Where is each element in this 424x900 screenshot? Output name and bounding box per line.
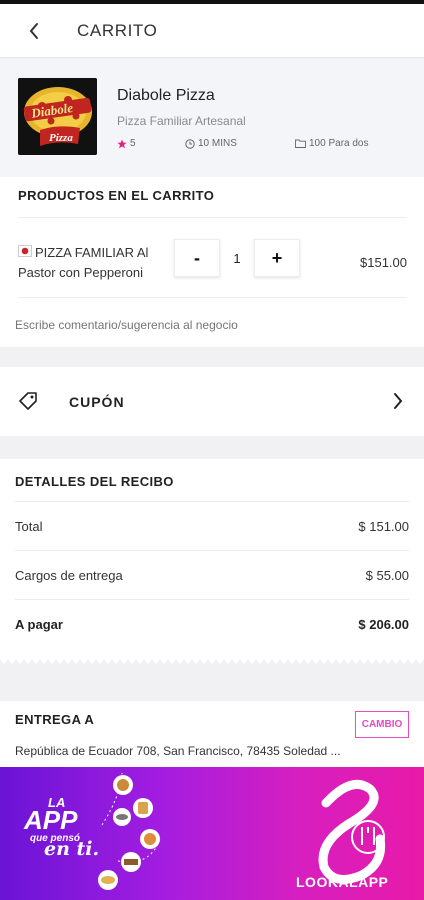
- comment-input[interactable]: [15, 318, 407, 332]
- receipt-label: Cargos de entrega: [15, 568, 123, 583]
- store-name: Diabole Pizza: [117, 87, 215, 104]
- serves: 100 Para dos: [295, 138, 369, 149]
- lookalapp-logo: [318, 779, 386, 884]
- store-logo: Diabole Pizza: [18, 78, 97, 155]
- promo-banner[interactable]: LA APP que pensó en ti. LOOKALAPP: [0, 767, 424, 900]
- receipt-row-delivery: Cargos de entrega $ 55.00: [15, 568, 409, 583]
- chevron-right-icon: [394, 393, 403, 409]
- star-icon: [117, 139, 127, 148]
- folder-icon: [295, 139, 306, 148]
- receipt-section: DETALLES DEL RECIBO Total $ 151.00 Cargo…: [0, 459, 424, 655]
- delivery-time-value: 10 MINS: [198, 138, 237, 149]
- cart-products-section: PRODUCTOS EN EL CARRITO PIZZA FAMILIAR A…: [0, 177, 424, 347]
- receipt-row-to-pay: A pagar $ 206.00: [15, 617, 409, 632]
- increase-quantity-button[interactable]: +: [254, 239, 300, 277]
- page-title: CARRITO: [77, 20, 158, 40]
- coupon-row[interactable]: CUPÓN: [0, 367, 424, 436]
- chevron-left-icon: [29, 22, 38, 39]
- serves-value: 100 Para dos: [309, 138, 369, 149]
- receipt-title: DETALLES DEL RECIBO: [15, 474, 174, 489]
- receipt-amount: $ 151.00: [358, 519, 409, 534]
- quantity-value: 1: [233, 250, 241, 266]
- divider: [15, 550, 409, 551]
- receipt-amount: $ 55.00: [365, 568, 409, 583]
- quantity-stepper: - 1 +: [174, 239, 300, 277]
- delivery-address: República de Ecuador 708, San Francisco,…: [15, 744, 341, 758]
- delivery-title: ENTREGA A: [15, 712, 95, 727]
- receipt-label: A pagar: [15, 617, 63, 632]
- store-subtitle: Pizza Familiar Artesanal: [117, 114, 246, 128]
- receipt-zigzag-edge: [0, 655, 424, 664]
- change-address-button[interactable]: CAMBIO: [355, 711, 409, 738]
- tag-icon: [19, 392, 37, 410]
- product-name: PIZZA FAMILIAR Al Pastor con Pepperoni: [18, 245, 149, 280]
- banner-line4: en ti.: [44, 838, 99, 860]
- divider: [15, 599, 409, 600]
- receipt-label: Total: [15, 519, 43, 534]
- rating-value: 5: [130, 138, 136, 149]
- products-title: PRODUCTOS EN EL CARRITO: [18, 188, 215, 203]
- logo-text-bottom: Pizza: [49, 132, 73, 144]
- rating: 5: [117, 138, 136, 149]
- food-icons: [98, 775, 160, 890]
- banner-line2: APP: [23, 805, 78, 835]
- delivery-time: 10 MINS: [185, 138, 237, 149]
- app-header: CARRITO: [0, 4, 424, 58]
- store-card: Diabole Pizza Diabole Pizza Pizza Famili…: [0, 59, 424, 177]
- brand-name: LOOKALAPP: [296, 874, 389, 890]
- product-price: $151.00: [360, 255, 407, 270]
- divider: [18, 217, 407, 218]
- clock-icon: [185, 138, 195, 149]
- back-button[interactable]: [18, 15, 50, 47]
- receipt-row-total: Total $ 151.00: [15, 519, 409, 534]
- coupon-label: CUPÓN: [69, 394, 125, 410]
- decrease-quantity-button[interactable]: -: [174, 239, 220, 277]
- divider: [18, 297, 407, 298]
- store-meta: 5 10 MINS 100 Para dos: [117, 138, 407, 152]
- divider: [15, 501, 409, 502]
- delivery-section: ENTREGA A CAMBIO República de Ecuador 70…: [0, 701, 424, 767]
- receipt-amount: $ 206.00: [358, 617, 409, 632]
